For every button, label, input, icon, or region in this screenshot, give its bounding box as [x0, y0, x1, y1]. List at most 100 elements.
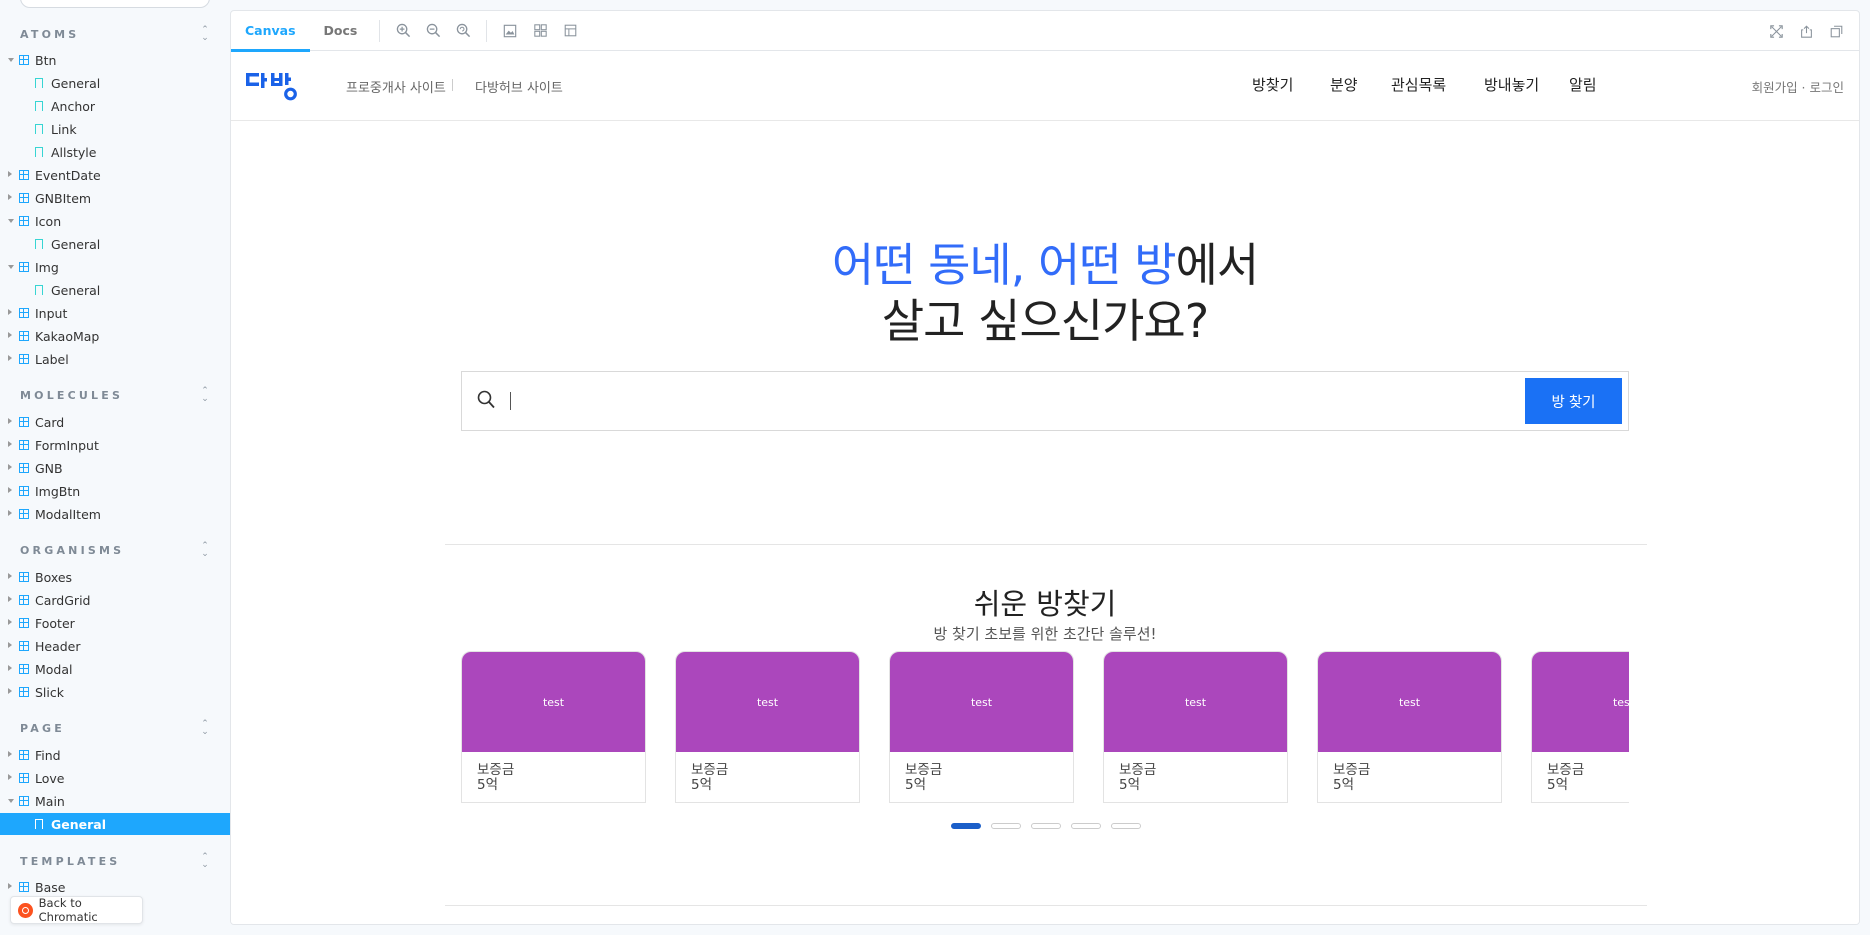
section-atoms[interactable]: ATOMS ⌃ ⌄	[20, 26, 210, 43]
find-room-button[interactable]: 방 찾기	[1525, 378, 1622, 424]
search-input[interactable]	[510, 392, 511, 410]
nav-notifications[interactable]: 알림	[1569, 74, 1597, 95]
room-card[interactable]: test 보증금5억	[1531, 651, 1629, 803]
zoom-in-icon[interactable]	[388, 11, 418, 51]
measure-icon[interactable]	[555, 11, 585, 51]
tab-docs[interactable]: Docs	[310, 11, 372, 51]
fullscreen-icon[interactable]	[1761, 11, 1791, 51]
tree-item-label: Card	[35, 414, 65, 430]
slider-dot[interactable]	[1071, 823, 1101, 829]
bookmark-icon	[35, 819, 43, 829]
tree-item-base[interactable]: Base	[0, 876, 230, 898]
tree-item-header[interactable]: Header	[0, 635, 230, 657]
slider-dot[interactable]	[991, 823, 1021, 829]
card-thumbnail: test	[462, 652, 645, 752]
tree-item-forminput[interactable]: FormInput	[0, 434, 230, 456]
slider-dot[interactable]	[951, 823, 981, 829]
card-thumbnail: test	[676, 652, 859, 752]
component-icon	[19, 882, 29, 892]
tree-item-img[interactable]: Img	[0, 256, 230, 278]
component-icon	[19, 331, 29, 341]
collapse-icon[interactable]: ⌃ ⌄	[200, 542, 210, 559]
collapse-icon[interactable]: ⌃ ⌄	[200, 853, 210, 870]
expand-arrow-icon	[8, 194, 12, 200]
bookmark-icon	[35, 101, 43, 111]
tree-item-btn[interactable]: Btn	[0, 49, 230, 71]
nav-favorites[interactable]: 관심목록	[1391, 74, 1446, 95]
collapse-icon[interactable]: ⌃ ⌄	[200, 720, 210, 737]
collapse-icon[interactable]: ⌃ ⌄	[200, 387, 210, 404]
tree-item-label: ImgBtn	[35, 483, 81, 499]
nav-list-room[interactable]: 방내놓기	[1484, 74, 1539, 95]
room-card[interactable]: test 보증금5억	[1317, 651, 1502, 803]
expand-arrow-icon	[8, 441, 12, 447]
slider-dot[interactable]	[1111, 823, 1141, 829]
component-icon	[19, 354, 29, 364]
tree-item-icon[interactable]: Icon	[0, 210, 230, 232]
tree-item-input[interactable]: Input	[0, 302, 230, 324]
story-item-img-general[interactable]: General	[0, 279, 230, 301]
component-icon	[19, 618, 29, 628]
story-item-btn-link[interactable]: Link	[0, 118, 230, 140]
tree-item-label: FormInput	[35, 437, 99, 453]
tree-item-cardgrid[interactable]: CardGrid	[0, 589, 230, 611]
pro-broker-site-link[interactable]: 프로중개사 사이트	[346, 77, 446, 96]
section-organisms[interactable]: ORGANISMS ⌃ ⌄	[20, 542, 210, 559]
room-card[interactable]: test 보증금5억	[461, 651, 646, 803]
story-item-btn-general[interactable]: General	[0, 72, 230, 94]
tree-item-label[interactable]: Label	[0, 348, 230, 370]
card-label: 보증금	[1333, 762, 1371, 778]
section-title: MOLECULES	[20, 388, 124, 402]
tree-item-love[interactable]: Love	[0, 767, 230, 789]
tree-item-label: CardGrid	[35, 592, 91, 608]
tree-item-eventdate[interactable]: EventDate	[0, 164, 230, 186]
dabang-logo[interactable]	[246, 71, 306, 101]
back-to-chromatic-button[interactable]: Back to Chromatic	[10, 896, 143, 924]
tree-item-modalitem[interactable]: ModalItem	[0, 503, 230, 525]
tree-item-gnbitem[interactable]: GNBItem	[0, 187, 230, 209]
tree-item-find[interactable]: Find	[0, 744, 230, 766]
tree-item-label: Boxes	[35, 569, 73, 585]
sidebar-search-input[interactable]	[20, 0, 210, 8]
expand-arrow-icon	[8, 596, 12, 602]
tree-item-imgbtn[interactable]: ImgBtn	[0, 480, 230, 502]
tree-item-slick[interactable]: Slick	[0, 681, 230, 703]
section-templates[interactable]: TEMPLATES ⌃ ⌄	[20, 853, 210, 870]
nav-presale[interactable]: 분양	[1330, 74, 1358, 95]
story-label: General	[51, 282, 101, 298]
section-molecules[interactable]: MOLECULES ⌃ ⌄	[20, 387, 210, 404]
copy-link-icon[interactable]	[1821, 11, 1851, 51]
story-item-main-general[interactable]: General	[0, 813, 230, 835]
tree-item-modal[interactable]: Modal	[0, 658, 230, 680]
tree-item-footer[interactable]: Footer	[0, 612, 230, 634]
story-item-btn-allstyle[interactable]: Allstyle	[0, 141, 230, 163]
tree-item-card[interactable]: Card	[0, 411, 230, 433]
grid-icon[interactable]	[525, 11, 555, 51]
room-card[interactable]: test 보증금5억	[675, 651, 860, 803]
dabang-hub-site-link[interactable]: 다방허브 사이트	[475, 77, 563, 96]
room-card[interactable]: test 보증금5억	[1103, 651, 1288, 803]
zoom-reset-icon[interactable]	[448, 11, 478, 51]
zoom-out-icon[interactable]	[418, 11, 448, 51]
room-card[interactable]: test 보증금5억	[889, 651, 1074, 803]
section-page[interactable]: PAGE ⌃ ⌄	[20, 720, 210, 737]
background-icon[interactable]	[495, 11, 525, 51]
tab-canvas[interactable]: Canvas	[231, 11, 310, 52]
tree-item-gnb[interactable]: GNB	[0, 457, 230, 479]
slider-dot[interactable]	[1031, 823, 1061, 829]
story-item-icon-general[interactable]: General	[0, 233, 230, 255]
collapse-icon[interactable]: ⌃ ⌄	[200, 26, 210, 43]
share-icon[interactable]	[1791, 11, 1821, 51]
tree-item-label: Footer	[35, 615, 75, 631]
tree-item-main[interactable]: Main	[0, 790, 230, 812]
tree-item-boxes[interactable]: Boxes	[0, 566, 230, 588]
signup-login-link[interactable]: 회원가입 · 로그인	[1752, 77, 1844, 96]
nav-find-room[interactable]: 방찾기	[1252, 74, 1293, 95]
toolbar-divider	[379, 19, 381, 42]
story-item-btn-anchor[interactable]: Anchor	[0, 95, 230, 117]
card-info: 보증금 5억	[1532, 752, 1629, 793]
component-icon	[19, 486, 29, 496]
component-icon	[19, 216, 29, 226]
tree-item-kakaomap[interactable]: KakaoMap	[0, 325, 230, 347]
tree-item-label: Icon	[35, 213, 62, 229]
